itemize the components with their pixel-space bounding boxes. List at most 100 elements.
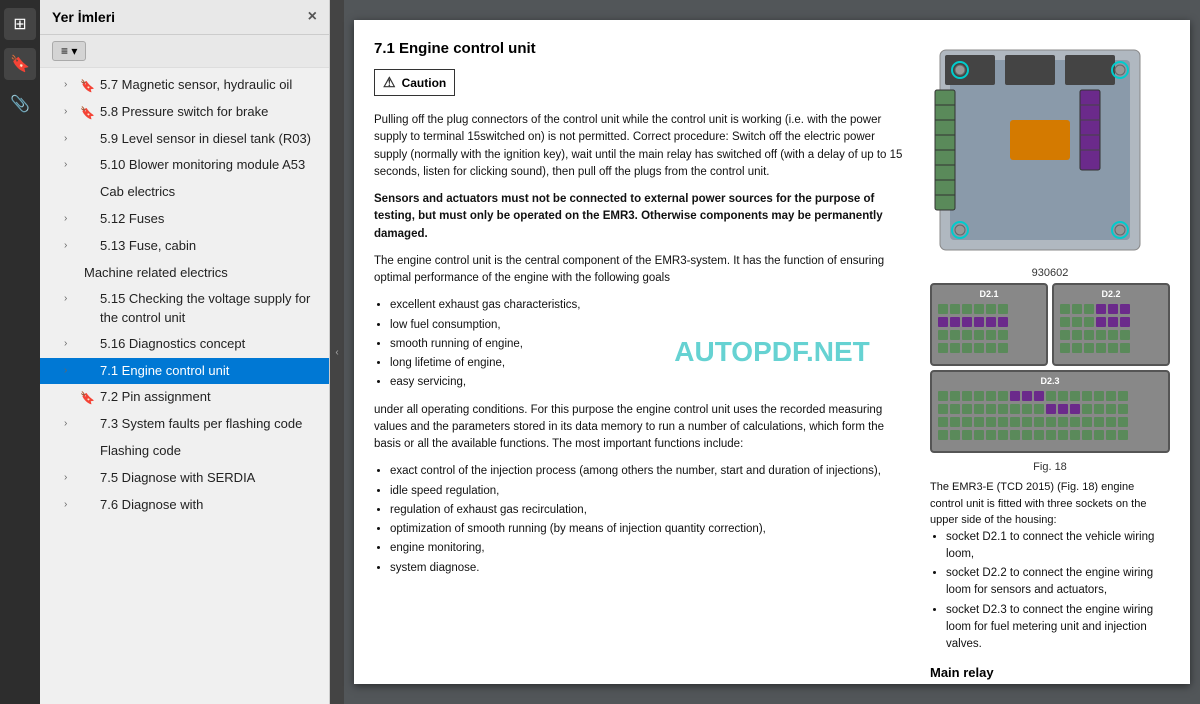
collapse-handle[interactable]: ‹ <box>330 0 344 704</box>
connector-row-1: D2.1 <box>930 283 1170 366</box>
chevron-icon: › <box>64 132 80 146</box>
caution-triangle-icon: ⚠ <box>383 74 396 91</box>
sidebar-item-checking-voltage[interactable]: › 🔖 5.15 Checking the voltage supply for… <box>40 286 329 330</box>
paperclip-icon-btn[interactable]: 📎 <box>4 88 36 120</box>
connector-d2-2-svg <box>1058 302 1138 357</box>
sidebar-header: Yer İmleri × <box>40 0 329 35</box>
bookmark-icon: 🔖 <box>80 498 96 515</box>
sidebar-item-fuses[interactable]: › 🔖 5.12 Fuses <box>40 206 329 233</box>
chevron-icon: › <box>64 78 80 92</box>
list-item: exact control of the injection process (… <box>390 463 910 480</box>
bookmark-icon: 🔖 <box>80 444 96 461</box>
main-area: ‹ AUTOPDF.NET 7.1 Engine control unit ⚠ … <box>330 0 1200 704</box>
chevron-icon: › <box>64 292 80 306</box>
section-title: 7.1 Engine control unit <box>374 40 910 57</box>
sidebar-item-label: 5.8 Pressure switch for brake <box>100 103 321 121</box>
fig-number: Fig. 18 <box>930 461 1170 473</box>
sidebar-item-pressure-switch[interactable]: › 🔖 5.8 Pressure switch for brake <box>40 99 329 126</box>
sidebar-toolbar: ≡ ▾ <box>40 35 329 68</box>
chevron-icon: › <box>64 105 80 119</box>
sidebar-close-button[interactable]: × <box>308 8 317 26</box>
icon-panel: ⊞ 🔖 📎 <box>0 0 40 704</box>
sidebar-item-label: Flashing code <box>100 442 321 460</box>
socket-item: socket D2.3 to connect the engine wiring… <box>946 602 1170 654</box>
list-item: idle speed regulation, <box>390 483 910 500</box>
bookmark-icon: 🔖 <box>64 266 80 283</box>
sidebar-item-pin-assignment[interactable]: › 🔖 7.2 Pin assignment <box>40 384 329 411</box>
bookmark-icon: 🔖 <box>80 337 96 354</box>
sidebar-item-label: 7.1 Engine control unit <box>100 362 321 380</box>
list-item: engine monitoring, <box>390 540 910 557</box>
sidebar-item-diagnose-with[interactable]: › 🔖 7.6 Diagnose with <box>40 492 329 519</box>
chevron-icon: › <box>64 337 80 351</box>
sidebar-item-label: 5.13 Fuse, cabin <box>100 237 321 255</box>
sidebar-item-label: 5.9 Level sensor in diesel tank (R03) <box>100 130 321 148</box>
sidebar-item-blower[interactable]: › 🔖 5.10 Blower monitoring module A53 <box>40 152 329 179</box>
doc-para-2: Sensors and actuators must not be connec… <box>374 191 910 243</box>
sidebar-item-label: Cab electrics <box>100 183 321 201</box>
caution-wrapper: ⚠ Caution <box>374 69 910 104</box>
chevron-icon: › <box>64 364 80 378</box>
connector-d2-1: D2.1 <box>930 283 1048 366</box>
sidebar-item-diagnose-serdia[interactable]: › 🔖 7.5 Diagnose with SERDIA <box>40 465 329 492</box>
connector-d2-3-label: D2.3 <box>936 376 1164 386</box>
chevron-icon: › <box>64 471 80 485</box>
bookmark-icon: 🔖 <box>80 158 96 175</box>
socket-list: socket D2.1 to connect the vehicle wirin… <box>946 529 1170 654</box>
doc-para-1: Pulling off the plug connectors of the c… <box>374 112 910 181</box>
list-item: smooth running of engine, <box>390 336 910 353</box>
list-item: system diagnose. <box>390 560 910 577</box>
doc-para-3: The engine control unit is the central c… <box>374 253 910 288</box>
pages-icon-btn[interactable]: ⊞ <box>4 8 36 40</box>
doc-text-column: 7.1 Engine control unit ⚠ Caution Pullin… <box>374 40 910 684</box>
bookmark-icon: 🔖 <box>80 417 96 434</box>
connector-d2-3-svg <box>936 389 1132 444</box>
doc-list-1: excellent exhaust gas characteristics, l… <box>390 297 910 391</box>
sidebar-item-flashing-code[interactable]: › 🔖 Flashing code <box>40 438 329 465</box>
bookmark-icon: 🔖 <box>80 364 96 381</box>
ecu-image-svg <box>930 40 1150 260</box>
caution-box: ⚠ Caution <box>374 69 455 96</box>
list-item: long lifetime of engine, <box>390 355 910 372</box>
sidebar-item-fuse-cabin[interactable]: › 🔖 5.13 Fuse, cabin <box>40 233 329 260</box>
bookmark-icon: 🔖 <box>80 78 96 95</box>
sidebar-item-label: 5.12 Fuses <box>100 210 321 228</box>
bookmark-icon-btn[interactable]: 🔖 <box>4 48 36 80</box>
sidebar-item-cab-electrics[interactable]: › 🔖 Cab electrics <box>40 179 329 206</box>
sidebar-item-label: 7.6 Diagnose with <box>100 496 321 514</box>
socket-item: socket D2.1 to connect the vehicle wirin… <box>946 529 1170 564</box>
bookmark-icon: 🔖 <box>80 390 96 407</box>
bookmark-icon: 🔖 <box>80 239 96 256</box>
fig-caption-text: The EMR3-E (TCD 2015) (Fig. 18) engine c… <box>930 479 1170 529</box>
fig-label: 930602 <box>930 267 1170 279</box>
sidebar-item-system-faults[interactable]: › 🔖 7.3 System faults per flashing code <box>40 411 329 438</box>
doc-content: 7.1 Engine control unit ⚠ Caution Pullin… <box>374 40 1170 684</box>
bookmark-icon: 🔖 <box>80 212 96 229</box>
sidebar: Yer İmleri × ≡ ▾ › 🔖 5.7 Magnetic sensor… <box>40 0 330 704</box>
sidebar-item-magnetic-sensor[interactable]: › 🔖 5.7 Magnetic sensor, hydraulic oil <box>40 72 329 99</box>
doc-para-2-text: Sensors and actuators must not be connec… <box>374 193 883 240</box>
ecu-image-container <box>930 40 1170 263</box>
sidebar-item-label: 5.10 Blower monitoring module A53 <box>100 156 321 174</box>
chevron-icon: › <box>64 417 80 431</box>
chevron-icon: › <box>64 498 80 512</box>
connector-d2-3: D2.3 <box>930 370 1170 453</box>
list-item: excellent exhaust gas characteristics, <box>390 297 910 314</box>
sidebar-title: Yer İmleri <box>52 9 115 25</box>
bookmark-icon: 🔖 <box>80 471 96 488</box>
sidebar-item-label: 5.16 Diagnostics concept <box>100 335 321 353</box>
sidebar-item-label: Machine related electrics <box>84 264 321 282</box>
sidebar-item-diagnostics[interactable]: › 🔖 5.16 Diagnostics concept <box>40 331 329 358</box>
sidebar-item-level-sensor[interactable]: › 🔖 5.9 Level sensor in diesel tank (R03… <box>40 126 329 153</box>
chevron-icon: › <box>64 212 80 226</box>
connector-d2-1-svg <box>936 302 1016 357</box>
sidebar-items-list: › 🔖 5.7 Magnetic sensor, hydraulic oil ›… <box>40 68 329 704</box>
sidebar-item-engine-control[interactable]: › 🔖 7.1 Engine control unit <box>40 358 329 385</box>
bookmark-icon: 🔖 <box>80 185 96 202</box>
doc-list-2: exact control of the injection process (… <box>390 463 910 577</box>
sidebar-item-machine-electrics[interactable]: › 🔖 Machine related electrics <box>40 260 329 287</box>
toolbar-menu-button[interactable]: ≡ ▾ <box>52 41 86 61</box>
chevron-icon: › <box>64 158 80 172</box>
chevron-icon: › <box>64 239 80 253</box>
doc-para-4: under all operating conditions. For this… <box>374 402 910 454</box>
